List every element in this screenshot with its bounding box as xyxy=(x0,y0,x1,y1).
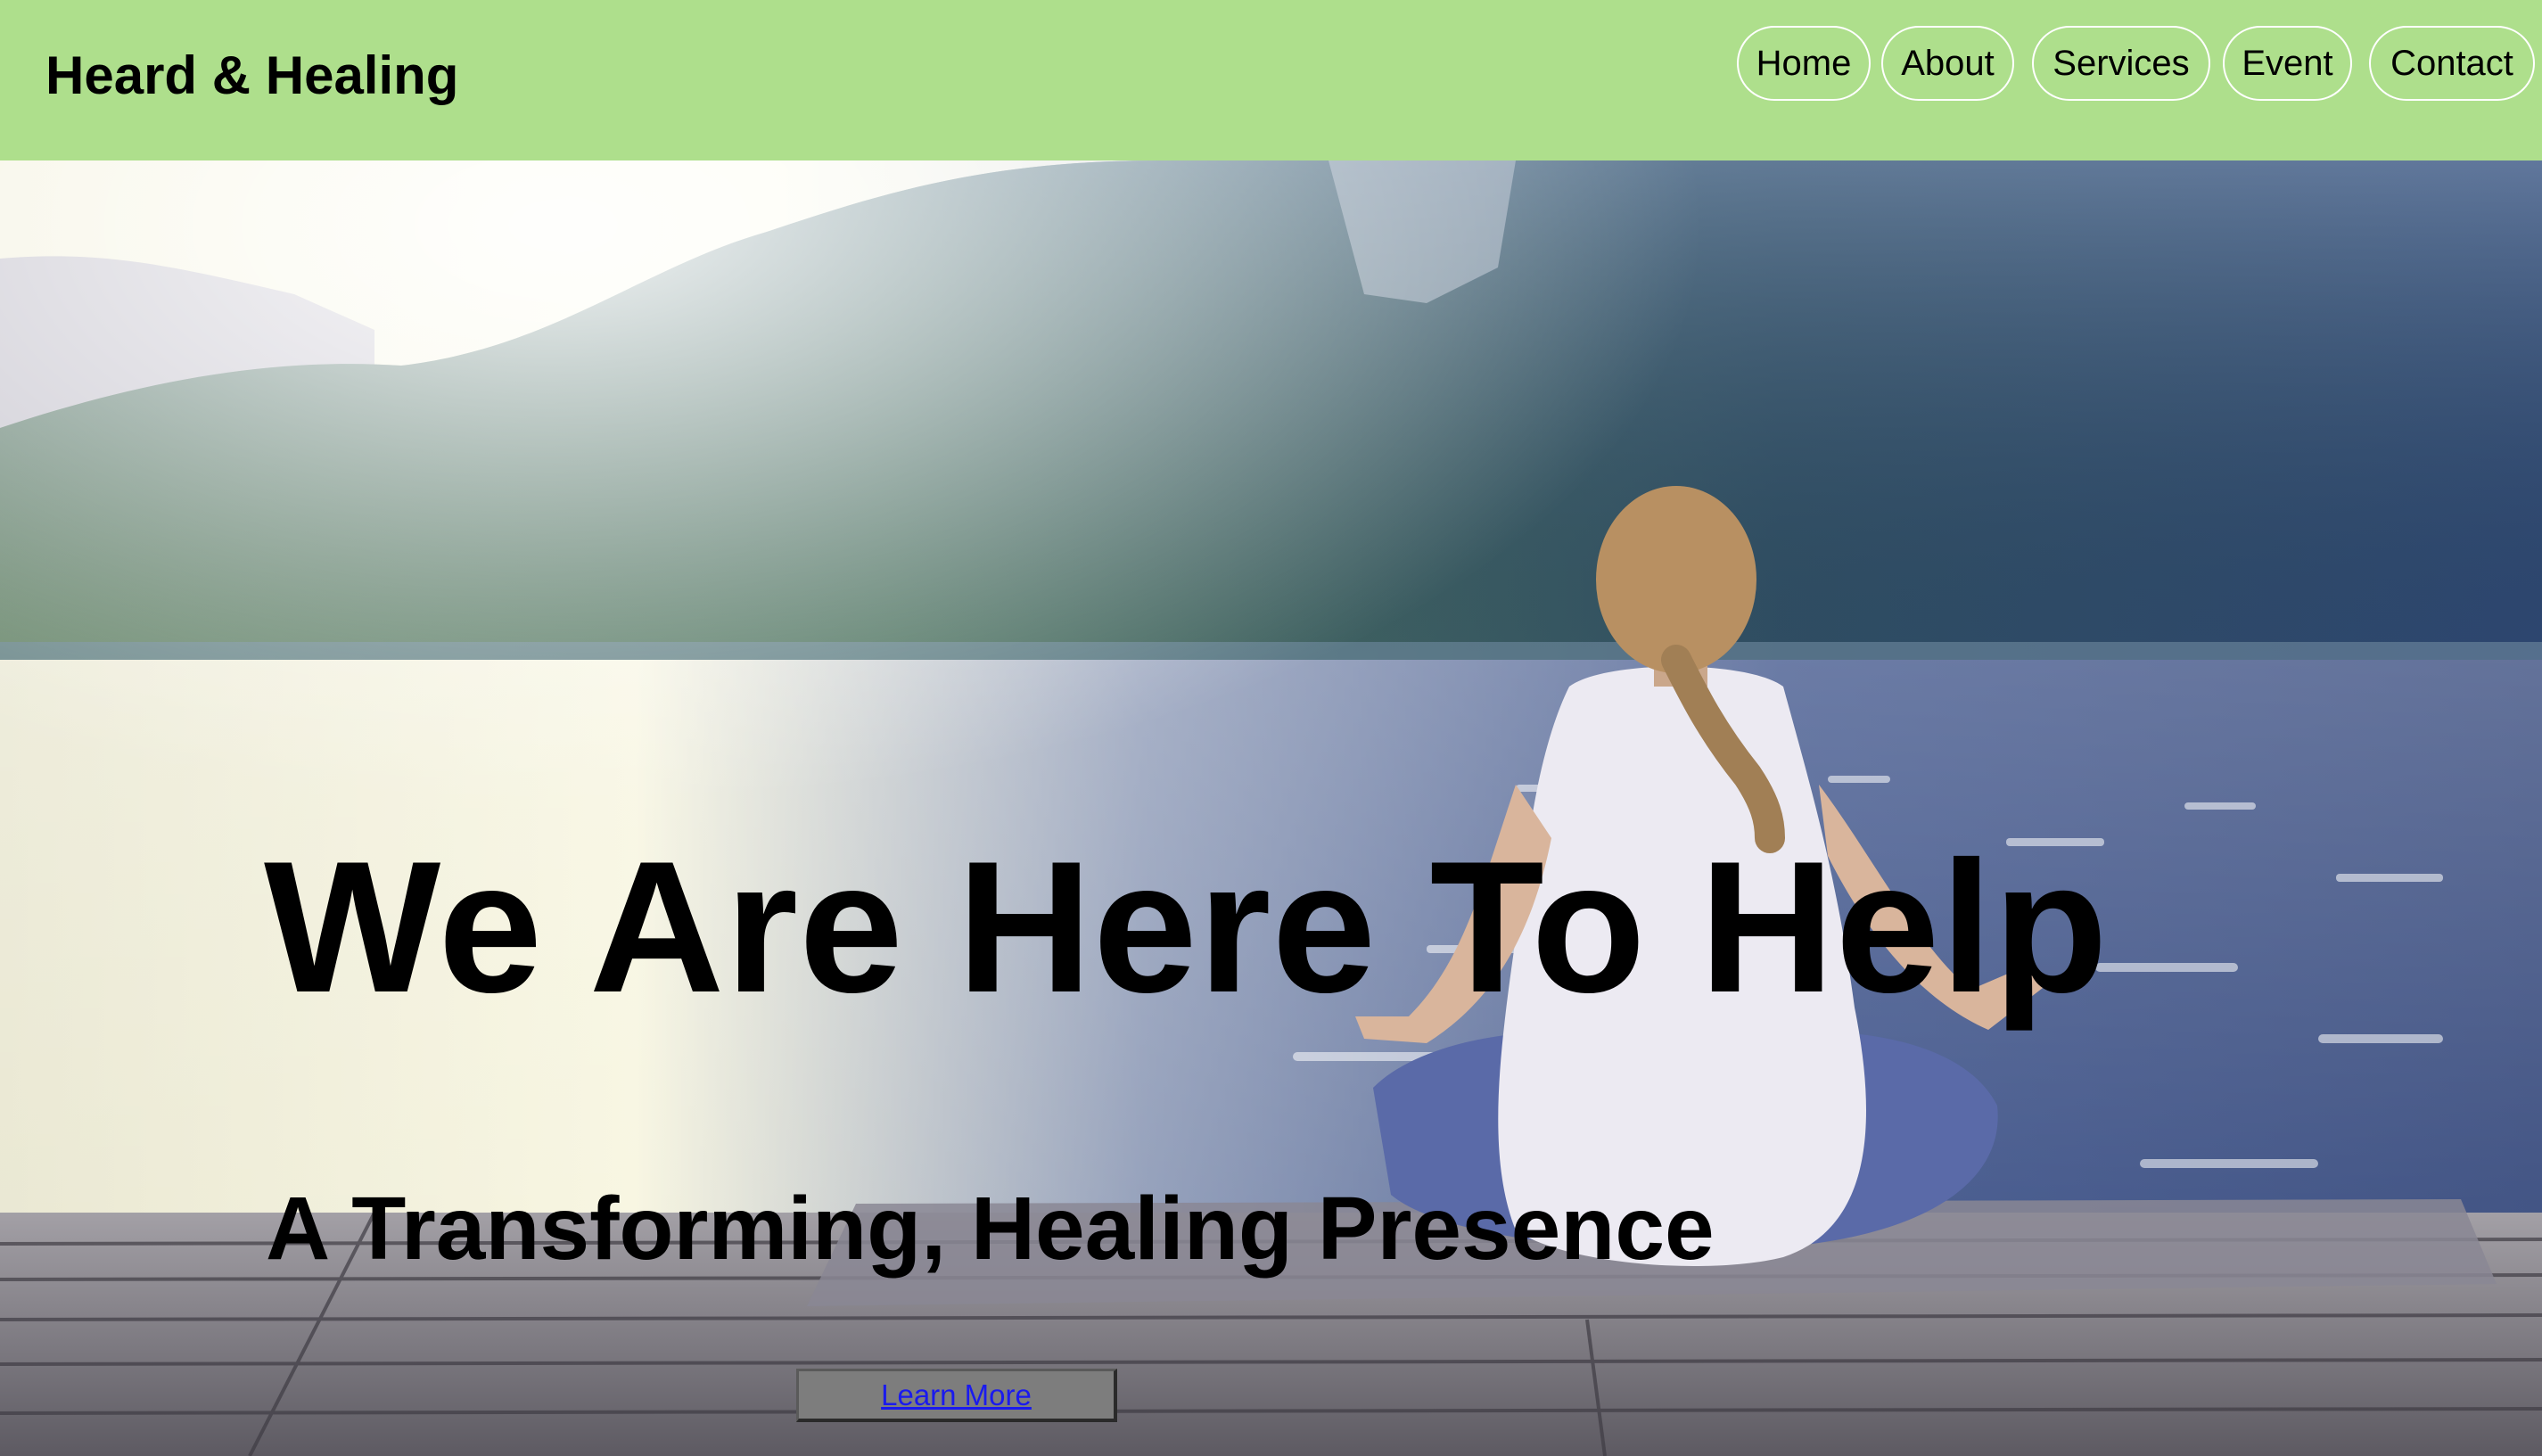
learn-more-button[interactable]: Learn More xyxy=(796,1369,1117,1422)
hero-subheadline: A Transforming, Healing Presence xyxy=(266,1179,1715,1279)
nav-contact-link[interactable]: Contact xyxy=(2369,26,2535,101)
hero-headline: We Are Here To Help xyxy=(264,822,2109,1032)
nav-home-link[interactable]: Home xyxy=(1737,26,1871,101)
hero-section: We Are Here To Help A Transforming, Heal… xyxy=(0,160,2542,1456)
nav-services-link[interactable]: Services xyxy=(2032,26,2210,101)
site-header: Heard & Healing Home About Services Even… xyxy=(0,0,2542,160)
nav-about-link[interactable]: About xyxy=(1881,26,2014,101)
learn-more-link[interactable]: Learn More xyxy=(881,1378,1032,1411)
page: Heard & Healing Home About Services Even… xyxy=(0,0,2542,1456)
nav-event-link[interactable]: Event xyxy=(2223,26,2352,101)
site-logo-text[interactable]: Heard & Healing xyxy=(45,45,458,107)
